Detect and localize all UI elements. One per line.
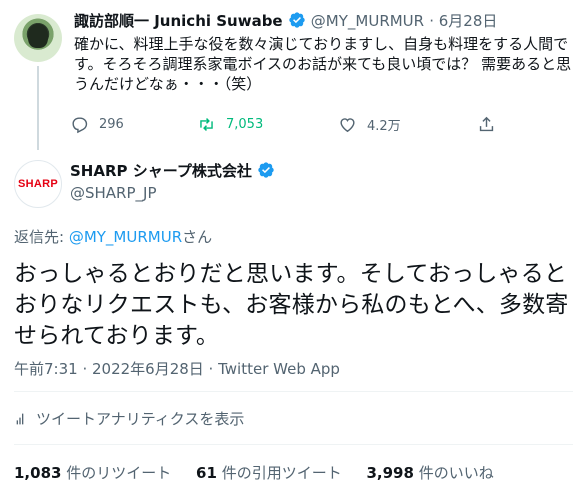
main-tweet-author: SHARP シャープ株式会社	[70, 160, 275, 181]
divider	[14, 444, 573, 445]
parent-text-line: うんだけどなぁ・・・（笑）	[74, 75, 262, 93]
like-count: 4.2万	[367, 119, 401, 134]
parent-display-name[interactable]: 諏訪部順一 Junichi Suwabe	[74, 12, 283, 30]
retweets-value: 1,083	[14, 464, 62, 482]
share-icon	[479, 116, 494, 132]
likes-label: 件のいいね	[418, 464, 494, 482]
main-handle[interactable]: @SHARP_JP	[70, 184, 157, 202]
divider	[14, 391, 573, 392]
retweets-stat[interactable]: 1,083 件のリツイート	[14, 464, 171, 482]
main-display-name[interactable]: SHARP シャープ株式会社	[70, 162, 252, 180]
parent-avatar[interactable]	[14, 14, 62, 62]
reply-to-suffix: さん	[182, 228, 213, 246]
analytics-icon	[16, 413, 24, 424]
sharp-avatar[interactable]: SHARP	[14, 160, 62, 208]
like-icon	[340, 118, 355, 133]
likes-value: 3,998	[366, 464, 414, 482]
reply-button[interactable]: 296	[70, 115, 124, 134]
parent-tweet-text: 確かに、料理上手な役を数々演じておりますし、自身も料理をする人間で す。そろそろ…	[74, 34, 579, 94]
parent-text-line: 確かに、料理上手な役を数々演じておりますし、自身も料理をする人間で	[74, 35, 569, 53]
share-button[interactable]	[477, 115, 506, 134]
verified-badge-icon	[258, 162, 274, 178]
parent-handle[interactable]: @MY_MURMUR	[311, 12, 424, 30]
dot-separator: ·	[429, 12, 439, 30]
like-button[interactable]: 4.2万	[338, 115, 401, 134]
reply-count: 296	[99, 117, 124, 132]
likes-stat[interactable]: 3,998 件のいいね	[366, 464, 493, 482]
reply-icon	[72, 117, 88, 134]
quotes-label: 件の引用ツイート	[221, 464, 342, 482]
analytics-label: ツイートアナリティクスを表示	[36, 410, 245, 428]
retweet-button[interactable]: 7,053	[197, 115, 263, 134]
reply-to-label: 返信先:	[14, 228, 69, 246]
tweet-analytics-link[interactable]: ツイートアナリティクスを表示	[14, 408, 244, 429]
engagement-stats: 1,083 件のリツイート 61 件の引用ツイート 3,998 件のいいね	[14, 462, 514, 483]
main-text-line: おりなリクエストも、お客様から私のもとへ、多数寄	[14, 292, 569, 318]
retweets-label: 件のリツイート	[66, 464, 172, 482]
sharp-logo: SHARP	[17, 178, 58, 190]
retweet-icon	[200, 118, 213, 131]
quotes-value: 61	[196, 464, 217, 482]
main-text-line: おっしゃるとおりだと思います。そしておっしゃると	[14, 261, 568, 287]
tweet-timestamp[interactable]: 午前7:31 · 2022年6月28日 · Twitter Web App	[14, 358, 340, 379]
quotes-stat[interactable]: 61 件の引用ツイート	[196, 464, 342, 482]
parent-date[interactable]: 6月28日	[439, 12, 498, 30]
reply-to-line: 返信先: @MY_MURMURさん	[14, 226, 212, 247]
verified-badge-icon	[289, 12, 305, 28]
main-tweet-text: おっしゃるとおりだと思います。そしておっしゃると おりなリクエストも、お客様から…	[14, 259, 584, 352]
thread-connector-line	[37, 66, 39, 150]
retweet-count: 7,053	[226, 117, 264, 132]
parent-tweet-header: 諏訪部順一 Junichi Suwabe @MY_MURMUR · 6月28日	[74, 10, 497, 31]
reply-to-mention[interactable]: @MY_MURMUR	[69, 228, 182, 246]
parent-text-line: す。そろそろ調理系家電ボイスのお話が来ても良い頃では？ 需要あると思	[74, 55, 572, 73]
main-text-line: せられております。	[14, 323, 220, 349]
